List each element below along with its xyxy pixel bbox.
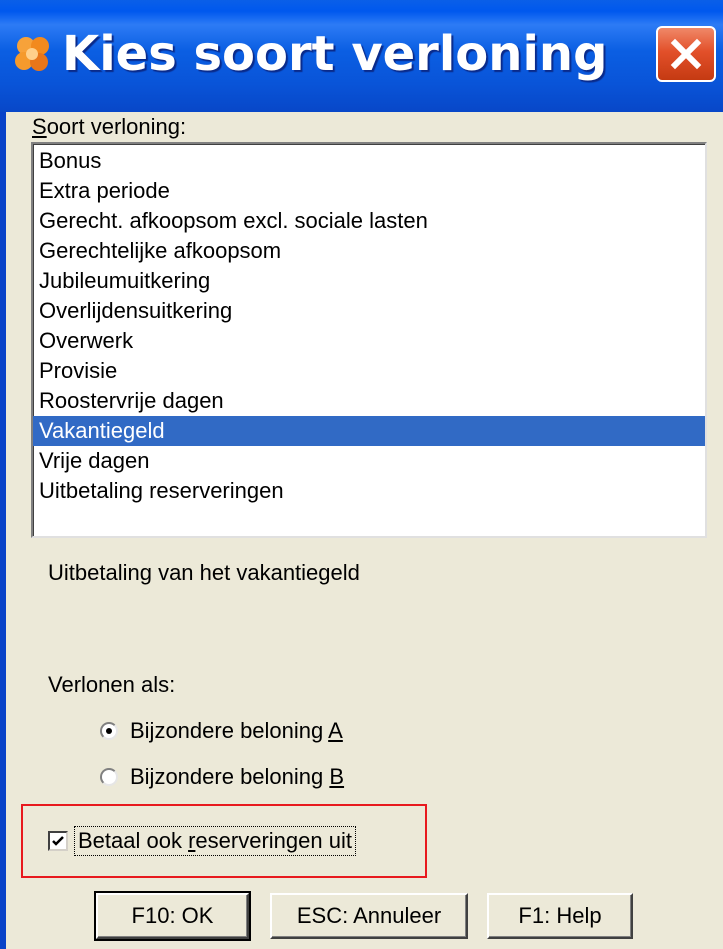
radio-unchecked-icon[interactable] [100, 768, 118, 786]
list-item[interactable]: Roostervrije dagen [33, 386, 705, 416]
radio-label-b: Bijzondere beloning B [130, 764, 345, 789]
list-label-mnemonic: S [32, 114, 47, 139]
salary-type-listbox[interactable]: Bonus Extra periode Gerecht. afkoopsom e… [31, 142, 707, 538]
description-text: Uitbetaling van het vakantiegeld [48, 560, 360, 585]
checkbox-label[interactable]: Betaal ook reserveringen uit [74, 826, 356, 856]
ok-button[interactable]: F10: OK [94, 891, 251, 941]
list-item[interactable]: Overlijdensuitkering [33, 296, 705, 326]
checkmark-icon[interactable] [48, 831, 68, 851]
radio-label-a: Bijzondere beloning A [130, 718, 343, 743]
list-item[interactable]: Bonus [33, 146, 705, 176]
app-logo-icon [15, 37, 49, 71]
verlonen-label: Verlonen als: [48, 672, 176, 697]
list-item[interactable]: Gerecht. afkoopsom excl. sociale lasten [33, 206, 705, 236]
list-item[interactable]: Gerechtelijke afkoopsom [33, 236, 705, 266]
title-bar[interactable]: Kies soort verloning [0, 0, 723, 112]
window-title: Kies soort verloning [62, 26, 608, 82]
list-item[interactable]: Extra periode [33, 176, 705, 206]
list-label: Soort verloning: [32, 114, 186, 140]
list-item[interactable]: Uitbetaling reserveringen [33, 476, 705, 506]
list-item[interactable]: Overwerk [33, 326, 705, 356]
window-frame-left [0, 112, 6, 949]
close-button[interactable] [656, 26, 716, 82]
pay-reservations-checkbox[interactable]: Betaal ook reserveringen uit [48, 826, 356, 856]
list-item[interactable]: Provisie [33, 356, 705, 386]
cancel-button[interactable]: ESC: Annuleer [270, 893, 468, 939]
radio-option-b[interactable]: Bijzondere beloning B [100, 763, 344, 791]
list-label-text: oort verloning: [46, 114, 187, 139]
list-item-selected[interactable]: Vakantiegeld [33, 416, 705, 446]
list-item[interactable]: Jubileumuitkering [33, 266, 705, 296]
list-item[interactable]: Vrije dagen [33, 446, 705, 476]
radio-checked-icon[interactable] [100, 722, 118, 740]
radio-option-a[interactable]: Bijzondere beloning A [100, 717, 343, 745]
close-icon [670, 38, 702, 70]
help-button[interactable]: F1: Help [487, 893, 633, 939]
